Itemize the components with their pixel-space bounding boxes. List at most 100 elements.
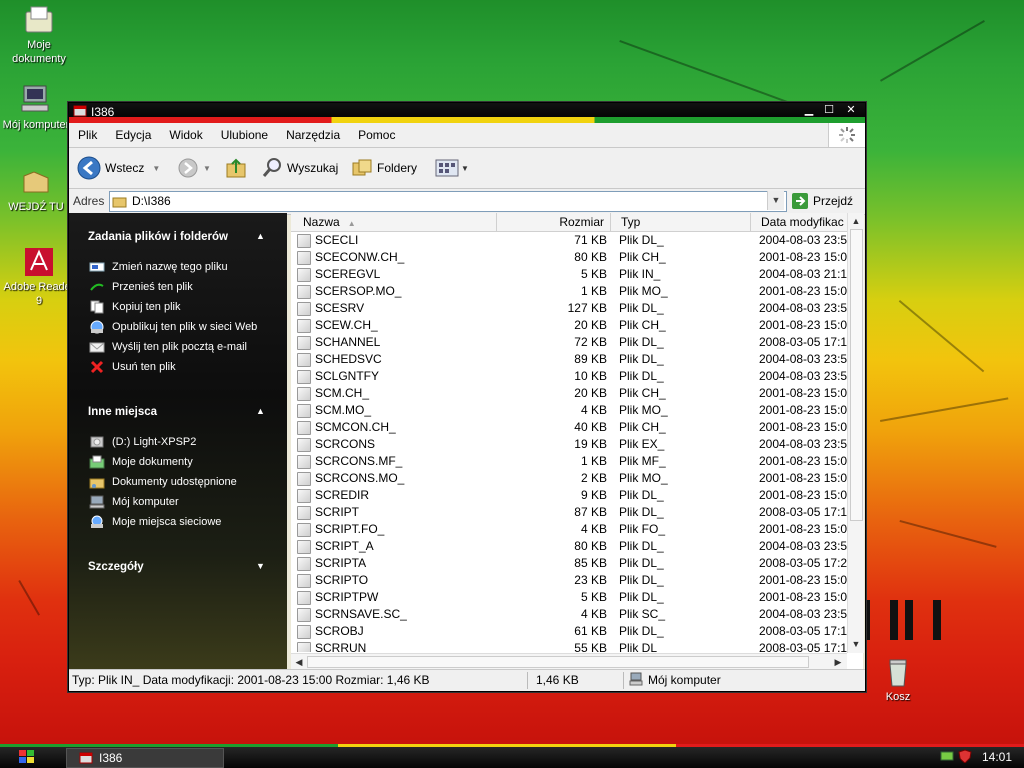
file-row[interactable]: SCRIPT_A 80 KB Plik DL_ 2004-08-03 23:5 (291, 538, 847, 555)
desktop-icon-recycle-bin[interactable]: Kosz (860, 656, 936, 704)
file-row[interactable]: SCHEDSVC 89 KB Plik DL_ 2004-08-03 23:5 (291, 351, 847, 368)
place-shared-documents[interactable]: Dokumenty udostępnione (89, 474, 237, 490)
menu-widok[interactable]: Widok (160, 123, 211, 147)
go-button[interactable]: Przejdź (791, 192, 853, 210)
expand-icon[interactable]: ▼ (256, 561, 265, 571)
search-button[interactable]: Wyszukaj (261, 156, 338, 180)
file-row[interactable]: SCM.CH_ 20 KB Plik CH_ 2001-08-23 15:0 (291, 385, 847, 402)
file-date: 2001-08-23 15:0 (759, 590, 847, 604)
close-button[interactable]: ✕ (843, 104, 859, 116)
file-size: 1 KB (580, 454, 607, 468)
place-my-documents[interactable]: Moje dokumenty (89, 454, 193, 470)
task-copy[interactable]: Kopiuj ten plik (89, 299, 181, 315)
shield-icon[interactable] (958, 749, 972, 763)
address-field[interactable]: D:\I386 (109, 191, 787, 212)
file-row[interactable]: SCRIPT.FO_ 4 KB Plik FO_ 2001-08-23 15:0 (291, 521, 847, 538)
task-rename[interactable]: Zmień nazwę tego pliku (89, 259, 228, 275)
file-row[interactable]: SCRIPTA 85 KB Plik DL_ 2008-03-05 17:2 (291, 555, 847, 572)
desktop-icon-my-documents[interactable]: Moje dokumenty (1, 4, 77, 66)
forward-dropdown-icon[interactable]: ▼ (203, 164, 211, 173)
file-row[interactable]: SCRIPTO 23 KB Plik DL_ 2001-08-23 15:0 (291, 572, 847, 589)
places-section-header[interactable]: Inne miejsca ▲ (88, 406, 265, 418)
column-size[interactable]: Rozmiar (497, 213, 611, 231)
file-row[interactable]: SCRIPT 87 KB Plik DL_ 2008-03-05 17:1 (291, 504, 847, 521)
maximize-button[interactable]: ☐ (821, 104, 837, 116)
desktop-icon-wejdz-tu[interactable]: WEJDŹ TU (1, 166, 71, 214)
file-row[interactable]: SCHANNEL 72 KB Plik DL_ 2008-03-05 17:1 (291, 334, 847, 351)
file-row[interactable]: SCEREGVL 5 KB Plik IN_ 2004-08-03 21:1 (291, 266, 847, 283)
collapse-icon[interactable]: ▲ (256, 231, 265, 241)
file-row[interactable]: SCRNSAVE.SC_ 4 KB Plik SC_ 2004-08-03 23:5 (291, 606, 847, 623)
file-row[interactable]: SCREDIR 9 KB Plik DL_ 2001-08-23 15:0 (291, 487, 847, 504)
file-row[interactable]: SCERSOP.MO_ 1 KB Plik MO_ 2001-08-23 15:0 (291, 283, 847, 300)
scroll-up-icon[interactable]: ▲ (849, 214, 863, 228)
scroll-right-icon[interactable]: ▶ (831, 655, 845, 669)
file-name: SCLGNTFY (315, 369, 380, 383)
minimize-button[interactable]: ▁ (801, 104, 817, 116)
column-type[interactable]: Typ (611, 213, 751, 231)
back-button[interactable]: Wstecz ▼ (77, 156, 160, 180)
desktop-icon-adobe-reader[interactable]: Adobe Reader 9 (1, 246, 77, 308)
task-move[interactable]: Przenieś ten plik (89, 279, 193, 295)
clock[interactable]: 14:01 (982, 750, 1012, 764)
scroll-left-icon[interactable]: ◀ (292, 655, 306, 669)
up-folder-button[interactable] (225, 156, 247, 180)
column-date[interactable]: Data modyfikac (751, 213, 847, 231)
task-delete[interactable]: Usuń ten plik (89, 359, 176, 375)
start-button[interactable] (18, 749, 36, 765)
file-type: Plik DL_ (619, 488, 664, 502)
back-label: Wstecz (105, 161, 145, 175)
task-publish-web[interactable]: Opublikuj ten plik w sieci Web (89, 319, 257, 335)
details-section-header[interactable]: Szczegóły ▼ (88, 561, 265, 573)
file-row[interactable]: SCRCONS 19 KB Plik EX_ 2004-08-03 23:5 (291, 436, 847, 453)
horizontal-scrollbar[interactable]: ◀ ▶ (291, 653, 847, 670)
place-network[interactable]: Moje miejsca sieciowe (89, 514, 221, 530)
folders-button[interactable]: Foldery (351, 156, 417, 180)
file-size: 40 KB (574, 420, 607, 434)
file-size: 2 KB (580, 471, 607, 485)
file-row[interactable]: SCRCONS.MO_ 2 KB Plik MO_ 2001-08-23 15:0 (291, 470, 847, 487)
file-row[interactable]: SCECONW.CH_ 80 KB Plik CH_ 2001-08-23 15:0 (291, 249, 847, 266)
scroll-thumb[interactable] (850, 229, 863, 521)
file-row[interactable]: SCRIPTPW 5 KB Plik DL_ 2001-08-23 15:0 (291, 589, 847, 606)
menu-pomoc[interactable]: Pomoc (349, 123, 404, 147)
file-row[interactable]: SCEW.CH_ 20 KB Plik CH_ 2001-08-23 15:0 (291, 317, 847, 334)
views-dropdown-icon[interactable]: ▼ (461, 164, 469, 173)
views-button[interactable]: ▼ (435, 156, 469, 180)
menu-narzedzia[interactable]: Narzędzia (277, 123, 349, 147)
file-row[interactable]: SCRCONS.MF_ 1 KB Plik MF_ 2001-08-23 15:0 (291, 453, 847, 470)
menu-edycja[interactable]: Edycja (106, 123, 160, 147)
explorer-window-icon (79, 752, 93, 764)
file-row[interactable]: SCROBJ 61 KB Plik DL_ 2008-03-05 17:1 (291, 623, 847, 640)
place-my-computer[interactable]: Mój komputer (89, 494, 179, 510)
task-email[interactable]: Wyślij ten plik pocztą e-mail (89, 339, 247, 355)
file-row[interactable]: SCECLI 71 KB Plik DL_ 2004-08-03 23:5 (291, 232, 847, 249)
toolbar: Wstecz ▼ ▼ Wyszukaj Foldery ▼ (69, 148, 865, 189)
address-dropdown-icon[interactable]: ▼ (767, 191, 784, 210)
tray-app-icon[interactable] (940, 749, 954, 763)
back-dropdown-icon[interactable]: ▼ (152, 164, 160, 173)
title-bar[interactable]: I386 ▁ ☐ ✕ (69, 103, 865, 123)
collapse-icon[interactable]: ▲ (256, 406, 265, 416)
file-row[interactable]: SCLGNTFY 10 KB Plik DL_ 2004-08-03 23:5 (291, 368, 847, 385)
column-name[interactable]: Nazwa ▲ (291, 213, 497, 231)
tasks-section-header[interactable]: Zadania plików i folderów ▲ (88, 231, 265, 243)
file-row[interactable]: SCRRUN 55 KB Plik DL_ 2008-03-05 17:1 (291, 640, 847, 652)
desktop-icon-my-computer[interactable]: Mój komputer (1, 84, 71, 132)
place-drive-d[interactable]: (D:) Light-XPSP2 (89, 434, 196, 450)
scroll-down-icon[interactable]: ▼ (849, 637, 863, 651)
file-name: SCROBJ (315, 624, 364, 638)
file-row[interactable]: SCESRV 127 KB Plik DL_ 2004-08-03 23:5 (291, 300, 847, 317)
file-row[interactable]: SCM.MO_ 4 KB Plik MO_ 2001-08-23 15:0 (291, 402, 847, 419)
forward-button[interactable]: ▼ (177, 156, 211, 180)
menu-plik[interactable]: Plik (69, 123, 106, 147)
folder-documents-icon (23, 4, 55, 36)
file-type: Plik DL_ (619, 590, 664, 604)
file-row[interactable]: SCMCON.CH_ 40 KB Plik CH_ 2001-08-23 15:0 (291, 419, 847, 436)
vertical-scrollbar[interactable]: ▲ ▼ (847, 213, 864, 653)
hscroll-thumb[interactable] (307, 656, 809, 668)
file-name: SCHANNEL (315, 335, 381, 349)
task-label: Zmień nazwę tego pliku (112, 261, 228, 273)
taskbar-item-i386[interactable]: I386 (66, 748, 224, 768)
menu-ulubione[interactable]: Ulubione (212, 123, 277, 147)
